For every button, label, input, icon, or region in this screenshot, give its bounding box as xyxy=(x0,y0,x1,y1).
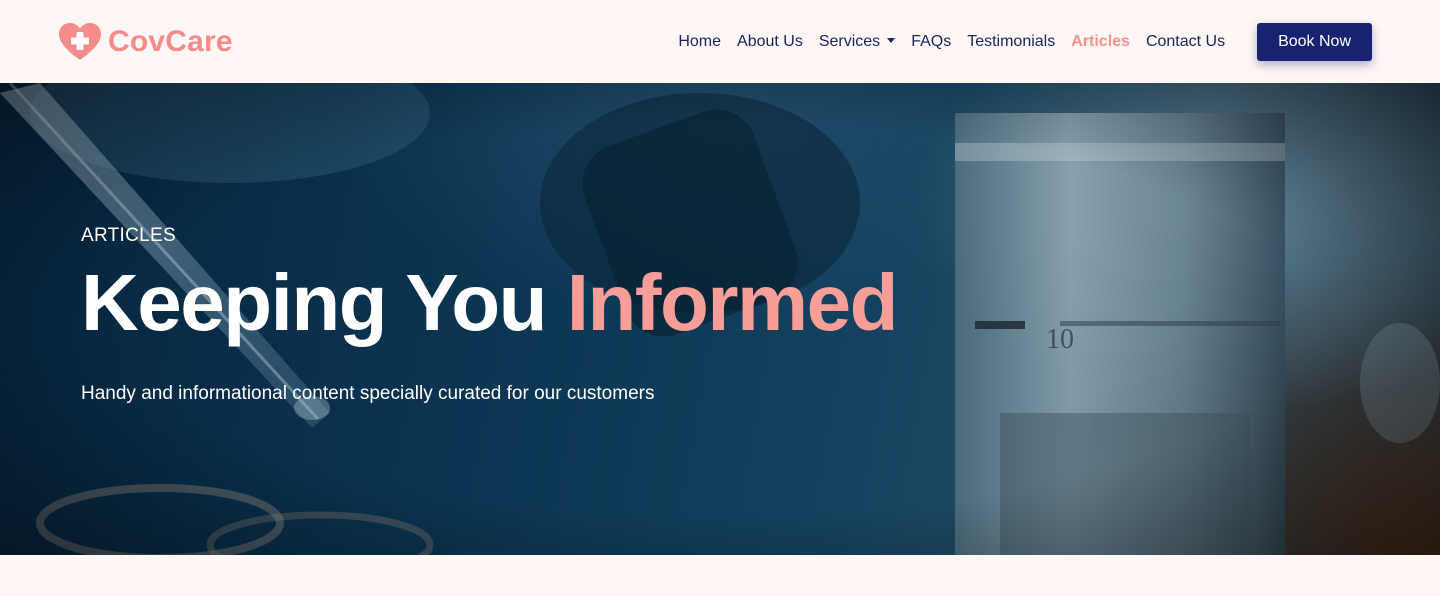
book-now-button[interactable]: Book Now xyxy=(1257,22,1372,61)
nav-link-about-us[interactable]: About Us xyxy=(729,33,811,51)
nav-link-services-label: Services xyxy=(818,32,881,50)
hero-headline-accent: Informed xyxy=(566,258,899,347)
nav-menu: Home About Us Services FAQs Testimonials… xyxy=(670,22,1372,61)
caret-down-icon xyxy=(887,38,896,43)
hero-banner: 10 ARTICLES Keeping You Informed Handy a… xyxy=(0,83,1440,555)
hero-subtitle: Handy and informational content speciall… xyxy=(81,383,655,404)
section-divider xyxy=(0,555,1440,596)
hero-content: ARTICLES Keeping You Informed Handy and … xyxy=(81,225,899,405)
nav-link-contact-us[interactable]: Contact Us xyxy=(1138,33,1233,51)
brand-logo-link[interactable]: CovCare xyxy=(58,22,233,62)
top-navbar: CovCare Home About Us Services FAQs Test… xyxy=(0,0,1440,83)
nav-link-testimonials[interactable]: Testimonials xyxy=(959,33,1063,51)
nav-link-home[interactable]: Home xyxy=(670,33,729,51)
hero-headline-main: Keeping You xyxy=(81,258,548,347)
hero-headline: Keeping You Informed xyxy=(81,263,899,343)
heart-plus-icon xyxy=(59,22,101,60)
brand-name: CovCare xyxy=(108,24,233,58)
nav-link-services-dropdown[interactable]: Services xyxy=(811,33,903,51)
nav-link-articles[interactable]: Articles xyxy=(1063,33,1138,51)
nav-link-faqs[interactable]: FAQs xyxy=(903,33,959,51)
hero-eyebrow: ARTICLES xyxy=(81,225,176,246)
